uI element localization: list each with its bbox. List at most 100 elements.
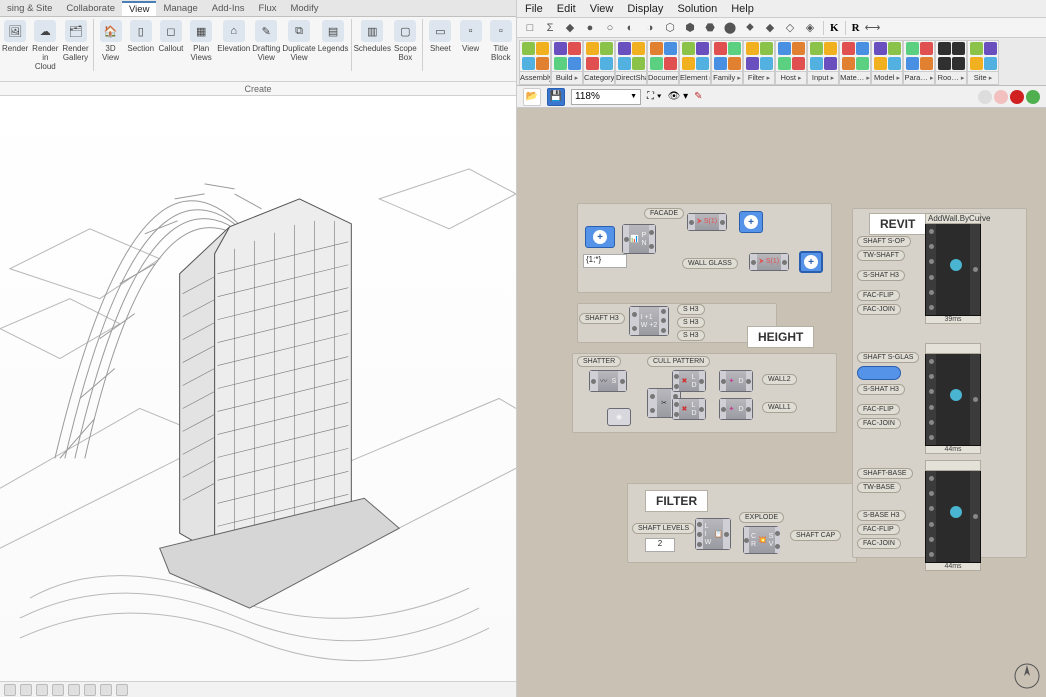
ribbon-title-block[interactable]: ▫Title Block — [486, 19, 516, 63]
pill[interactable]: S-BASE H3 — [857, 510, 906, 521]
toolbar-icon[interactable]: ◆ — [763, 21, 777, 35]
category-model[interactable]: Model ▸ — [871, 40, 903, 85]
category-mate[interactable]: Mate… ▸ — [839, 40, 871, 85]
select-icon[interactable] — [1010, 90, 1024, 104]
ribbon-schedules[interactable]: ▥Schedules — [354, 19, 390, 54]
revit-component-addwall[interactable]: 44ms — [925, 460, 981, 571]
toolbar-icon[interactable]: ◆ — [563, 21, 577, 35]
toolbar-icon[interactable]: ◇ — [783, 21, 797, 35]
ribbon-3d-view[interactable]: 🏠3D View — [95, 19, 125, 63]
revit-component-addwall[interactable]: AddWall.ByCurve 39ms — [925, 213, 981, 324]
pill-shaft-h3[interactable]: SHAFT H3 — [579, 313, 625, 324]
category-document[interactable]: Document ▸ — [647, 40, 679, 85]
toolbar-icon[interactable]: □ — [523, 21, 537, 35]
status-icon[interactable] — [68, 684, 80, 696]
pill[interactable]: FAC-JOIN — [857, 538, 901, 549]
node-curve[interactable]: 〰S — [589, 370, 627, 392]
toolbar-icon[interactable]: ⬥ — [743, 21, 757, 35]
pill[interactable]: SHAFT-BASE — [857, 468, 913, 479]
param-output-selected[interactable]: + — [799, 251, 823, 273]
category-family[interactable]: Family ▸ — [711, 40, 743, 85]
tab-manage[interactable]: Manage — [156, 2, 204, 15]
pill-shatter[interactable]: SHATTER — [577, 356, 621, 367]
wire-icon[interactable] — [994, 90, 1008, 104]
pill[interactable]: TW-SHAFT — [857, 250, 905, 261]
ribbon-render-in-cloud[interactable]: ☁Render in Cloud — [30, 19, 60, 72]
toolbar-icon[interactable]: ⬣ — [703, 21, 717, 35]
category-para[interactable]: Para… ▸ — [903, 40, 935, 85]
ribbon-duplicate-view[interactable]: ⧉Duplicate View — [281, 19, 316, 63]
node-dispatch[interactable]: ✦D — [719, 398, 753, 420]
preview-icon[interactable]: 👁 ▾ — [668, 91, 689, 102]
pill[interactable]: S-SHAT H3 — [857, 270, 905, 281]
toolbar-icon[interactable]: ○ — [603, 21, 617, 35]
category-roo[interactable]: Roo… ▸ — [935, 40, 967, 85]
pill[interactable]: FAC-JOIN — [857, 304, 901, 315]
node-listitem[interactable]: LIW📋 — [695, 518, 731, 550]
pill[interactable]: SHAFT S-OP — [857, 236, 911, 247]
toolbar-icon[interactable]: ◑ — [643, 21, 657, 35]
tab-view[interactable]: View — [122, 1, 156, 16]
pill[interactable]: FAC-JOIN — [857, 418, 901, 429]
toolbar-icon[interactable]: ⬢ — [683, 21, 697, 35]
save-icon[interactable]: 💾 — [547, 88, 565, 106]
category-site[interactable]: Site ▸ — [967, 40, 999, 85]
node-series[interactable]: I +1W +2 — [629, 306, 669, 336]
status-icon[interactable] — [4, 684, 16, 696]
pill[interactable]: TW-BASE — [857, 482, 901, 493]
toolbar-icon[interactable]: ● — [583, 21, 597, 35]
menu-help[interactable]: Help — [731, 3, 754, 15]
ribbon-section[interactable]: ▯Section — [126, 19, 156, 54]
ribbon-render[interactable]: 🖼Render — [0, 19, 30, 54]
ribbon-legends[interactable]: ▤Legends — [317, 19, 350, 54]
pill[interactable]: SHAFT S-GLAS — [857, 352, 919, 363]
toolbar-icon[interactable]: ◈ — [803, 21, 817, 35]
menu-solution[interactable]: Solution — [677, 3, 717, 15]
category-filter[interactable]: Filter ▸ — [743, 40, 775, 85]
node-cull[interactable]: ✖LD — [672, 398, 706, 420]
toolbar-icon[interactable]: ⬡ — [663, 21, 677, 35]
zoom-extents-icon[interactable]: ⛶ ▾ — [647, 91, 662, 102]
ribbon-elevation[interactable]: ⌂Elevation — [216, 19, 251, 54]
param-output[interactable]: + — [739, 211, 763, 233]
pill-cull[interactable]: CULL PATTERN — [647, 356, 710, 367]
extra-icon[interactable]: ⟷ — [866, 21, 880, 35]
param[interactable] — [857, 366, 901, 380]
category-host[interactable]: Host ▸ — [775, 40, 807, 85]
ribbon-plan-views[interactable]: ▦Plan Views — [186, 19, 216, 63]
node-dispatch[interactable]: ✦D — [719, 370, 753, 392]
tab-addins[interactable]: Add-Ins — [205, 2, 252, 15]
pill-wall2[interactable]: WALL2 — [762, 374, 797, 385]
pill[interactable]: FAC-FLIP — [857, 404, 900, 415]
node-graft[interactable]: 📊PN — [622, 224, 656, 254]
tab-collaborate[interactable]: Collaborate — [59, 2, 122, 15]
panel-expression[interactable]: {1;*} — [583, 254, 627, 268]
k-icon[interactable]: K — [830, 22, 839, 34]
menu-file[interactable]: File — [525, 3, 543, 15]
toolbar-icon[interactable]: ◐ — [623, 21, 637, 35]
pill[interactable]: FAC-FLIP — [857, 290, 900, 301]
pill[interactable]: S-SHAT H3 — [857, 384, 905, 395]
category-input[interactable]: Input ▸ — [807, 40, 839, 85]
zoom-select[interactable]: 118%▼ — [571, 89, 641, 105]
pill-shaftlevels[interactable]: SHAFT LEVELS — [632, 523, 695, 534]
pill-wall1[interactable]: WALL1 — [762, 402, 797, 413]
pill-explode[interactable]: EXPLODE — [739, 512, 784, 523]
pill-sh3[interactable]: S H3 — [677, 317, 705, 328]
open-icon[interactable]: 📂 — [523, 88, 541, 106]
ribbon-scope-box[interactable]: ▢Scope Box — [390, 19, 420, 63]
status-icon[interactable] — [20, 684, 32, 696]
sketch-icon[interactable]: ✎ — [694, 91, 702, 102]
status-icon[interactable] — [36, 684, 48, 696]
ribbon-drafting-view[interactable]: ✎Drafting View — [251, 19, 281, 63]
node-toggle[interactable]: ◉ — [607, 408, 631, 426]
slider-value[interactable]: 2 — [645, 538, 675, 552]
node-cull[interactable]: ✖LD — [672, 370, 706, 392]
ribbon-callout[interactable]: ◻Callout — [156, 19, 186, 54]
only-icon[interactable] — [1026, 90, 1040, 104]
category-directshap[interactable]: DirectShap… ▸ — [615, 40, 647, 85]
r-icon[interactable]: R — [852, 22, 860, 34]
node-stream[interactable]: ⮞ S(1) — [749, 253, 789, 271]
tab-modify[interactable]: Modify — [283, 2, 325, 15]
pill-facade[interactable]: FACADE — [644, 208, 684, 219]
